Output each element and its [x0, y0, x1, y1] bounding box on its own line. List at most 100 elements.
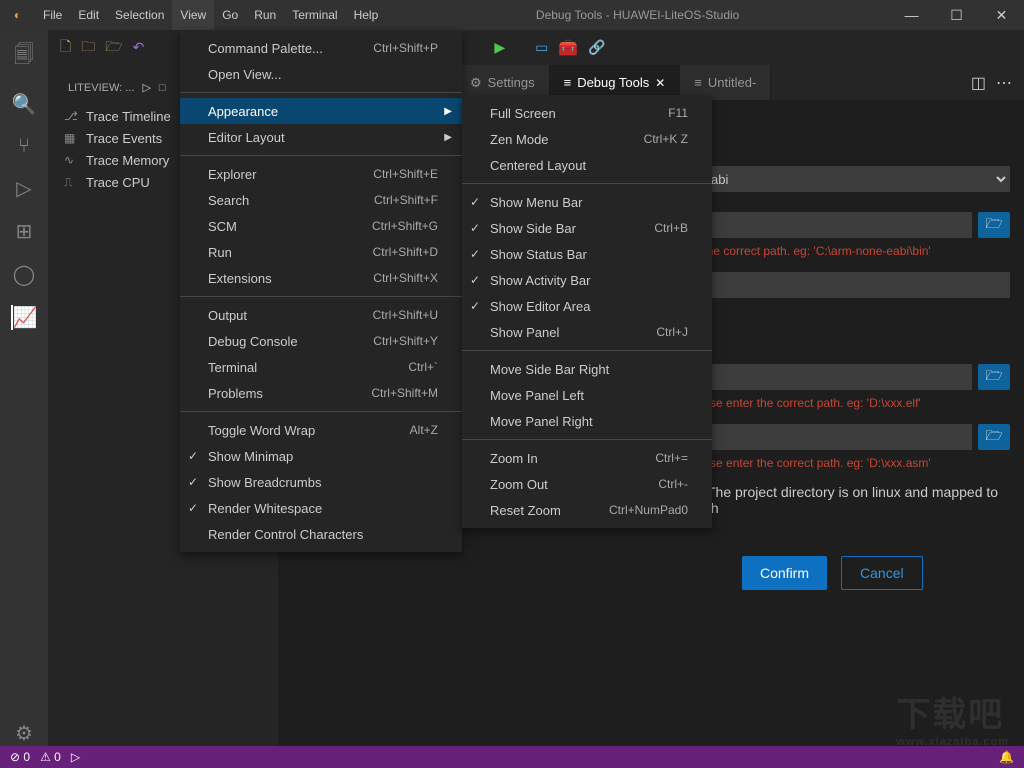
menu-item[interactable]: ExplorerCtrl+Shift+E — [180, 161, 462, 187]
menu-item[interactable]: ✓Show Editor Area — [462, 293, 712, 319]
path-input-2[interactable] — [672, 272, 1010, 298]
menu-item[interactable]: Editor Layout▶ — [180, 124, 462, 150]
menu-item-label: Editor Layout — [208, 130, 285, 145]
menu-item[interactable]: Show PanelCtrl+J — [462, 319, 712, 345]
menu-item[interactable]: OutputCtrl+Shift+U — [180, 302, 462, 328]
check-icon: ✓ — [188, 475, 198, 489]
menu-item[interactable]: Reset ZoomCtrl+NumPad0 — [462, 497, 712, 523]
asm-path-input[interactable] — [672, 424, 972, 450]
menu-item[interactable]: TerminalCtrl+` — [180, 354, 462, 380]
menu-item[interactable]: Open View... — [180, 61, 462, 87]
keyboard-shortcut: Ctrl+Shift+M — [341, 386, 438, 400]
toolbox-icon[interactable]: 🧰 — [558, 38, 578, 58]
menu-terminal[interactable]: Terminal — [284, 0, 345, 30]
elf-path-input[interactable] — [672, 364, 972, 390]
menu-go[interactable]: Go — [214, 0, 246, 30]
menu-item[interactable]: Full ScreenF11 — [462, 100, 712, 126]
menu-file[interactable]: File — [35, 0, 70, 30]
menu-view[interactable]: View — [172, 0, 214, 30]
close-button[interactable]: ✕ — [979, 0, 1024, 30]
menu-help[interactable]: Help — [346, 0, 387, 30]
menu-item[interactable]: ProblemsCtrl+Shift+M — [180, 380, 462, 406]
menu-item[interactable]: Render Control Characters — [180, 521, 462, 547]
keyboard-shortcut: Alt+Z — [380, 423, 438, 437]
menu-item[interactable]: Zen ModeCtrl+K Z — [462, 126, 712, 152]
menu-item[interactable]: Move Side Bar Right — [462, 356, 712, 382]
circle-icon[interactable]: ◯ — [13, 262, 35, 287]
confirm-button[interactable]: Confirm — [742, 556, 827, 590]
open-icon[interactable]: 🗁 — [105, 36, 122, 60]
status-play-icon[interactable]: ▷ — [71, 750, 80, 764]
status-warnings[interactable]: ⚠ 0 — [40, 750, 61, 764]
menu-item-label: Zen Mode — [490, 132, 549, 147]
cancel-button[interactable]: Cancel — [841, 556, 923, 590]
error-text-1: ter the correct path. eg: 'C:\arm-none-e… — [686, 244, 1010, 258]
minimize-button[interactable]: — — [889, 0, 934, 30]
run-icon[interactable]: ▶ — [494, 39, 505, 56]
extensions-icon[interactable]: ⊞ — [16, 219, 33, 244]
menu-item[interactable]: ✓Show Breadcrumbs — [180, 469, 462, 495]
menu-item-label: Command Palette... — [208, 41, 323, 56]
menu-edit[interactable]: Edit — [70, 0, 107, 30]
new-file-icon[interactable]: 🗋 — [60, 36, 71, 60]
menu-item-label: Centered Layout — [490, 158, 586, 173]
undo-icon[interactable]: ↶ — [133, 39, 145, 56]
menu-item[interactable]: Centered Layout — [462, 152, 712, 178]
menu-bar: FileEditSelectionViewGoRunTerminalHelp — [35, 0, 386, 30]
tab-close-icon[interactable]: ✕ — [655, 76, 665, 90]
menu-item-label: Show Editor Area — [490, 299, 590, 314]
more-actions-icon[interactable]: ⋯ — [996, 73, 1012, 93]
menu-item[interactable]: ExtensionsCtrl+Shift+X — [180, 265, 462, 291]
status-errors[interactable]: ⊘ 0 — [10, 750, 30, 764]
menu-item[interactable]: Move Panel Right — [462, 408, 712, 434]
keyboard-shortcut: Ctrl+Shift+X — [343, 271, 438, 285]
maximize-button[interactable]: ☐ — [934, 0, 979, 30]
menu-item[interactable]: Debug ConsoleCtrl+Shift+Y — [180, 328, 462, 354]
menu-item[interactable]: ✓Show Side BarCtrl+B — [462, 215, 712, 241]
menu-item[interactable]: ✓Render Whitespace — [180, 495, 462, 521]
status-bell-icon[interactable]: 🔔 — [999, 750, 1014, 764]
menu-item[interactable]: Toggle Word WrapAlt+Z — [180, 417, 462, 443]
sidebar-stop-icon[interactable]: □ — [159, 82, 166, 94]
analytics-icon[interactable]: 📈 — [11, 305, 38, 330]
menu-item-label: Show Side Bar — [490, 221, 576, 236]
menu-item[interactable]: ✓Show Menu Bar — [462, 189, 712, 215]
menu-selection[interactable]: Selection — [107, 0, 172, 30]
tree-icon: ∿ — [64, 153, 78, 167]
menu-item[interactable]: Command Palette...Ctrl+Shift+P — [180, 35, 462, 61]
menu-item[interactable]: SCMCtrl+Shift+G — [180, 213, 462, 239]
browse-folder-button-1[interactable]: 🗁 — [978, 212, 1010, 238]
menu-item[interactable]: SearchCtrl+Shift+F — [180, 187, 462, 213]
browse-folder-button-2[interactable]: 🗁 — [978, 364, 1010, 390]
menu-item-label: Open View... — [208, 67, 281, 82]
keyboard-shortcut: Ctrl+Shift+Y — [343, 334, 438, 348]
search-icon[interactable]: 🔍 — [12, 92, 37, 117]
source-control-icon[interactable]: ⑂ — [18, 135, 30, 158]
browse-folder-button-3[interactable]: 🗁 — [978, 424, 1010, 450]
open-folder-icon[interactable]: 🗀 — [81, 36, 95, 60]
menu-item[interactable]: RunCtrl+Shift+D — [180, 239, 462, 265]
menu-item[interactable]: Zoom InCtrl+= — [462, 445, 712, 471]
check-icon: ✓ — [470, 195, 480, 209]
menu-item[interactable]: ✓Show Activity Bar — [462, 267, 712, 293]
compiler-select[interactable]: ne-eabi — [672, 166, 1010, 192]
sidebar-play-icon[interactable]: ▷ — [142, 81, 150, 94]
menu-item[interactable]: Zoom OutCtrl+- — [462, 471, 712, 497]
check-icon: ✓ — [470, 221, 480, 235]
menu-item[interactable]: Appearance▶ — [180, 98, 462, 124]
explorer-icon[interactable]: 🗐 — [14, 40, 34, 74]
menu-run[interactable]: Run — [246, 0, 284, 30]
settings-gear-icon[interactable]: ⚙ — [15, 721, 33, 746]
tree-label: Trace Memory — [86, 153, 169, 168]
window-controls: — ☐ ✕ — [889, 0, 1024, 30]
split-editor-icon[interactable]: ◫ — [971, 73, 986, 93]
run-debug-icon[interactable]: ▷ — [16, 176, 31, 201]
menu-item-label: Reset Zoom — [490, 503, 561, 518]
title-bar: ◐ FileEditSelectionViewGoRunTerminalHelp… — [0, 0, 1024, 30]
menu-item[interactable]: Move Panel Left — [462, 382, 712, 408]
link-icon[interactable]: 🔗 — [588, 39, 605, 56]
device-icon[interactable]: ▭ — [535, 39, 548, 56]
menu-item[interactable]: ✓Show Minimap — [180, 443, 462, 469]
compiler-path-input[interactable] — [672, 212, 972, 238]
menu-item[interactable]: ✓Show Status Bar — [462, 241, 712, 267]
